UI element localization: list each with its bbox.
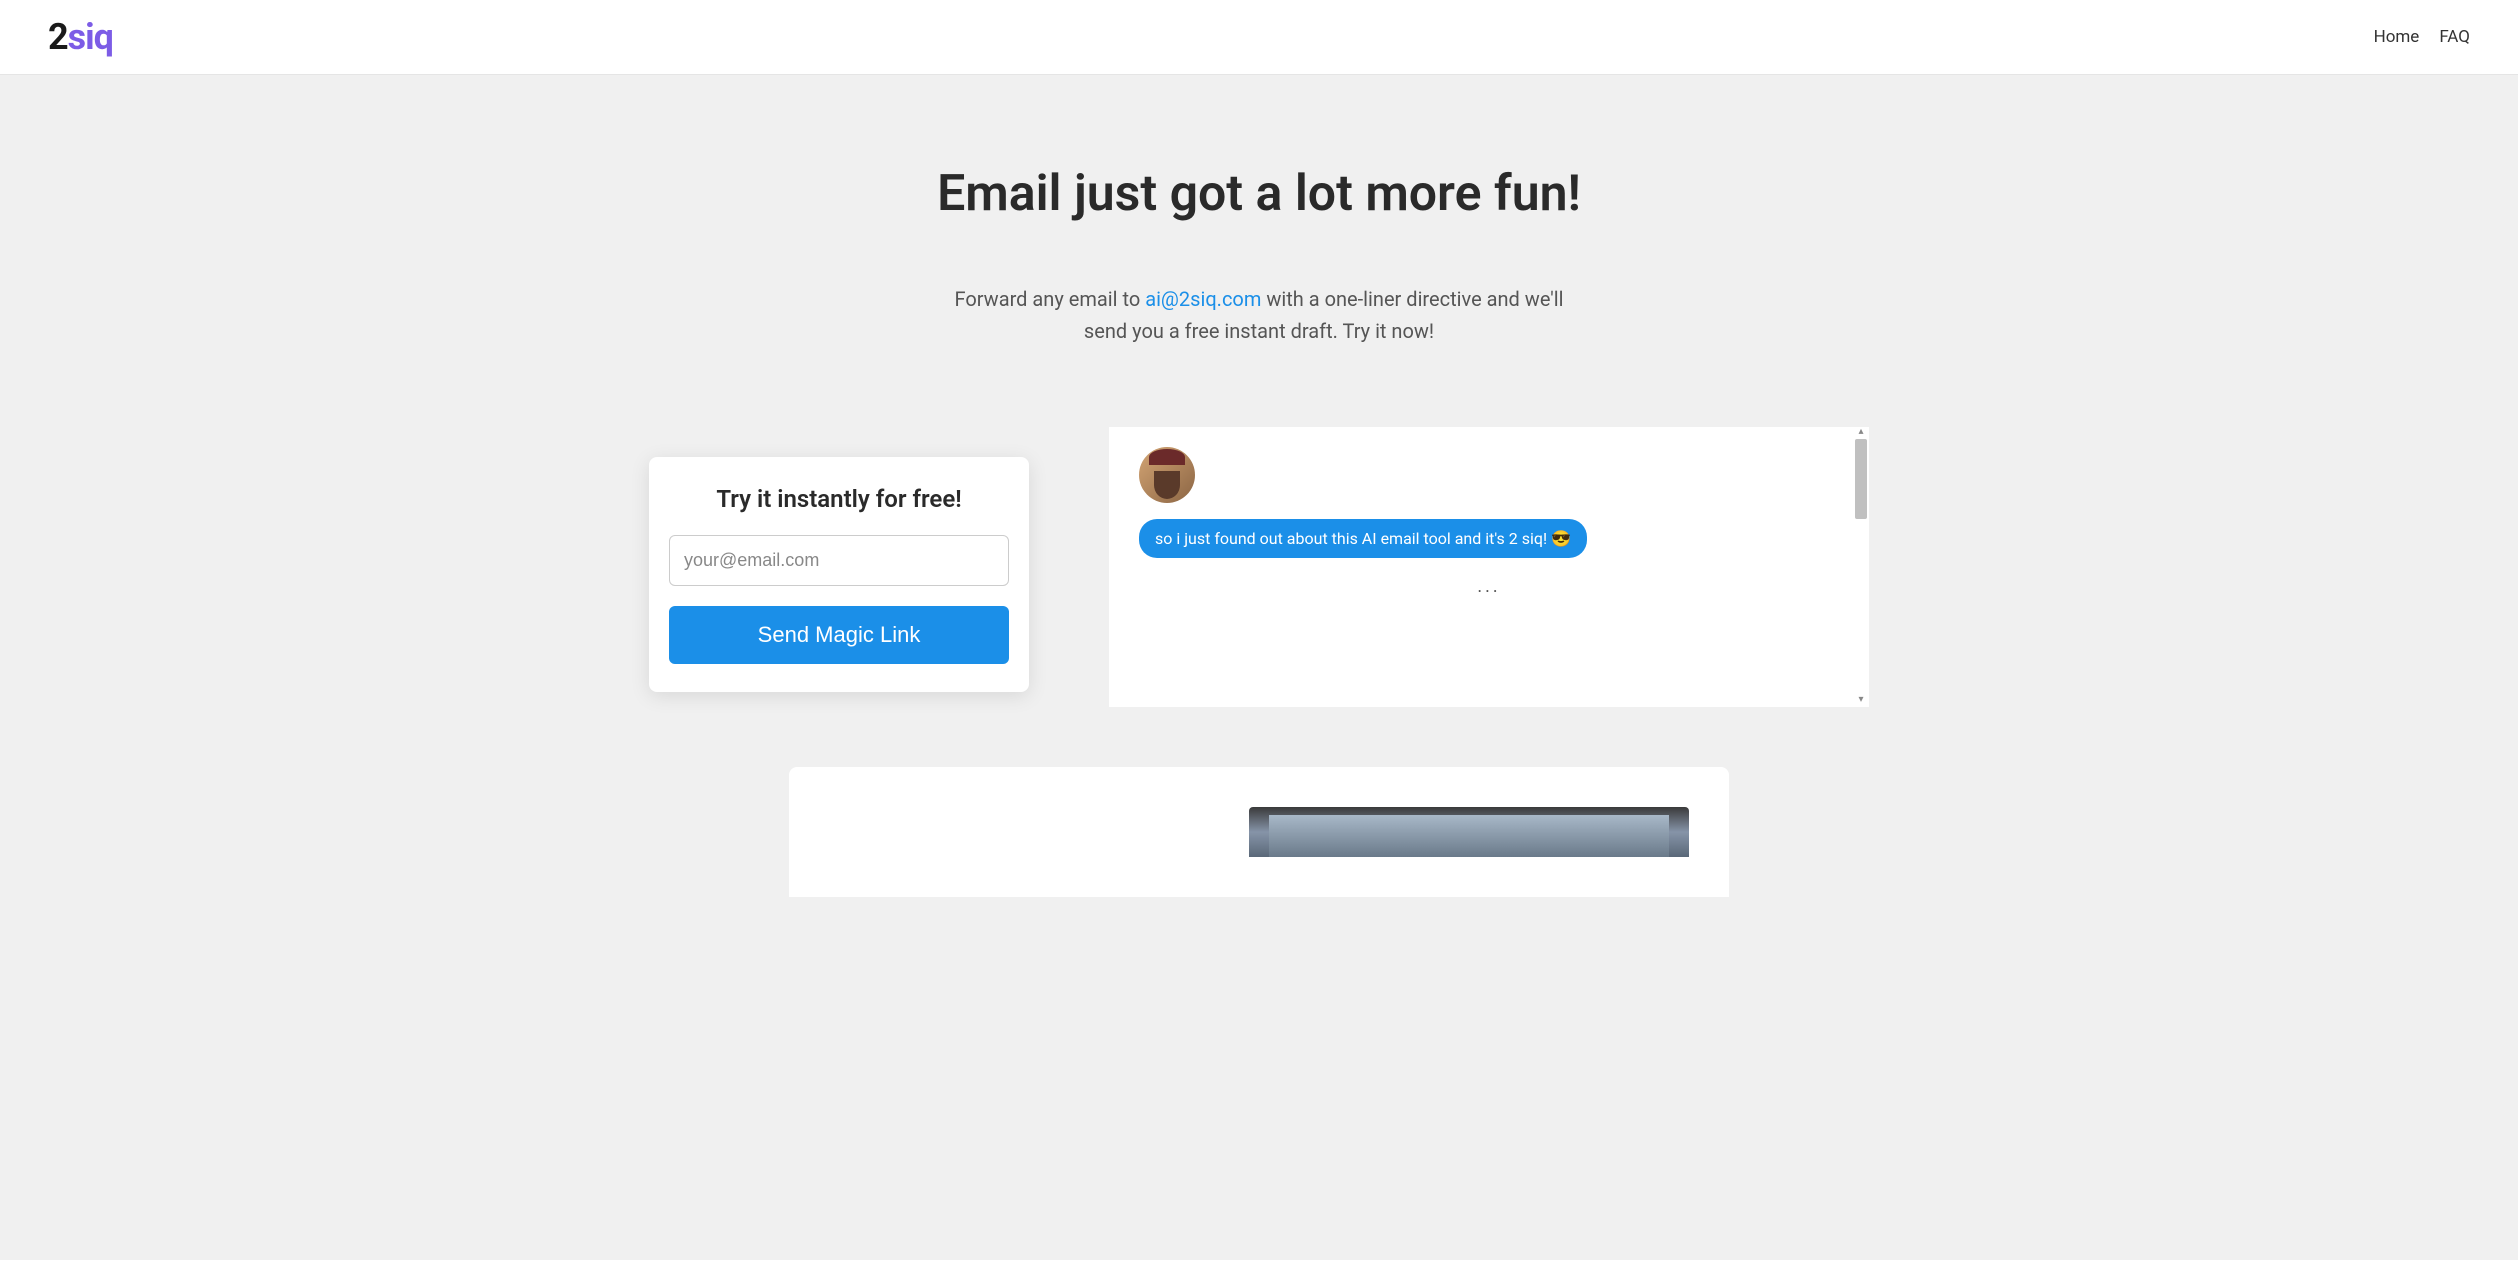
logo-prefix: 2 [48, 16, 68, 58]
hero-section: Email just got a lot more fun! Forward a… [0, 75, 2518, 1260]
nav-faq[interactable]: FAQ [2439, 27, 2470, 47]
signup-card: Try it instantly for free! Send Magic Li… [649, 457, 1029, 692]
scroll-down-icon[interactable]: ▾ [1855, 695, 1867, 707]
typing-indicator: ... [1139, 576, 1839, 597]
ai-email-link[interactable]: ai@2siq.com [1145, 287, 1261, 311]
chat-content: so i just found out about this AI email … [1139, 447, 1839, 597]
scroll-up-icon[interactable]: ▴ [1855, 427, 1867, 439]
logo[interactable]: 2siq [48, 16, 113, 58]
hero-subtitle: Forward any email to ai@2siq.com with a … [949, 283, 1569, 347]
signup-title: Try it instantly for free! [669, 485, 1009, 513]
chat-message-bubble: so i just found out about this AI email … [1139, 519, 1587, 558]
logo-suffix: siq [68, 16, 113, 58]
nav-home[interactable]: Home [2374, 27, 2420, 47]
chat-panel: so i just found out about this AI email … [1109, 427, 1869, 707]
avatar [1139, 447, 1195, 503]
scrollbar[interactable]: ▴ ▾ [1855, 427, 1867, 707]
preview-image [1249, 807, 1689, 857]
hero-title: Email just got a lot more fun! [0, 165, 2518, 223]
send-magic-link-button[interactable]: Send Magic Link [669, 606, 1009, 664]
site-header: 2siq Home FAQ [0, 0, 2518, 75]
subtitle-text-before: Forward any email to [954, 287, 1145, 311]
content-row: Try it instantly for free! Send Magic Li… [629, 427, 1889, 707]
main-nav: Home FAQ [2374, 27, 2470, 47]
bottom-section [789, 767, 1729, 897]
scroll-thumb[interactable] [1855, 439, 1867, 519]
email-input[interactable] [669, 535, 1009, 586]
